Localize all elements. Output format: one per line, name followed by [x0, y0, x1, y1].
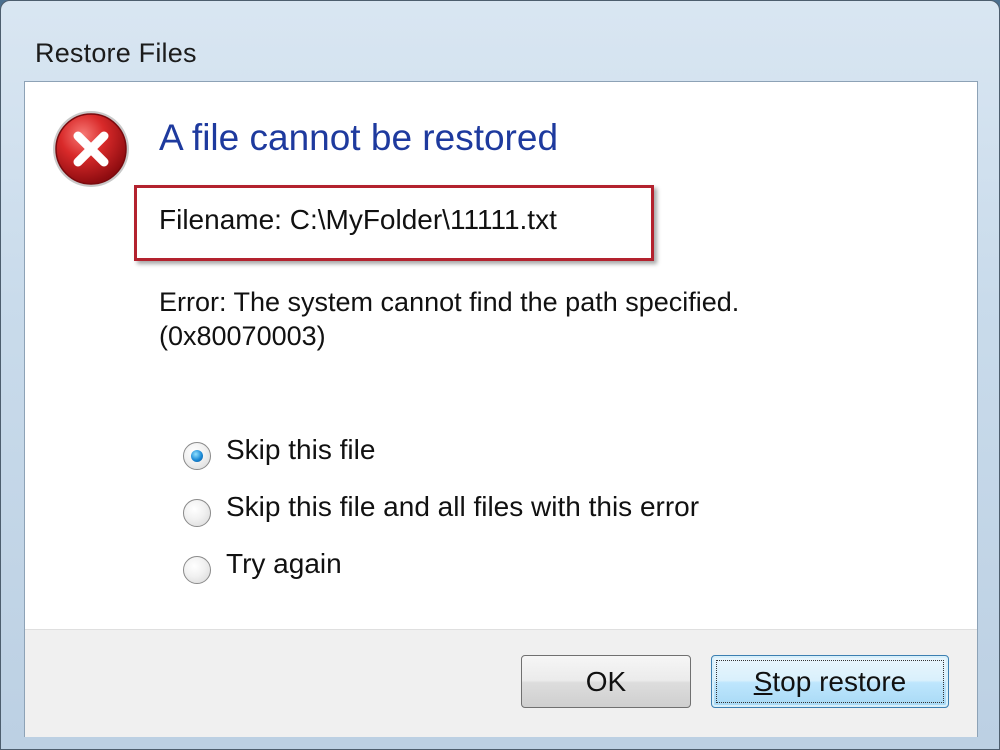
option-skip-all-with-error[interactable]: Skip this file and all files with this e… — [183, 491, 699, 548]
button-bar: OK Stop restore — [25, 629, 977, 737]
error-code: (0x80070003) — [159, 321, 326, 351]
accelerator-key: S — [753, 666, 773, 697]
title-bar[interactable]: Restore Files — [1, 1, 999, 81]
button-label-rest: top restore — [772, 666, 907, 697]
ok-button[interactable]: OK — [521, 655, 691, 708]
radio-button-checked[interactable] — [183, 442, 211, 470]
option-label: Skip this file — [226, 434, 376, 465]
stop-restore-button[interactable]: Stop restore — [711, 655, 949, 708]
option-label: Try again — [226, 548, 342, 579]
option-label: Skip this file and all files with this e… — [226, 491, 700, 522]
dialog-content: A file cannot be restored Filename: C:\M… — [24, 81, 978, 737]
option-try-again[interactable]: Try again — [183, 548, 699, 605]
main-instruction: A file cannot be restored — [159, 117, 559, 158]
restore-options-radio-group: Skip this file Skip this file and all fi… — [183, 434, 699, 605]
radio-button[interactable] — [183, 499, 211, 527]
error-icon — [53, 111, 129, 187]
window-title: Restore Files — [35, 38, 197, 68]
error-message-line1: Error: The system cannot find the path s… — [159, 287, 740, 317]
filename-text: Filename: C:\MyFolder\11111.txt — [159, 204, 557, 235]
option-skip-file[interactable]: Skip this file — [183, 434, 699, 491]
restore-files-window: Restore Files A file cannot be restored … — [0, 0, 1000, 750]
radio-button[interactable] — [183, 556, 211, 584]
error-message: Error: The system cannot find the path s… — [159, 285, 739, 353]
